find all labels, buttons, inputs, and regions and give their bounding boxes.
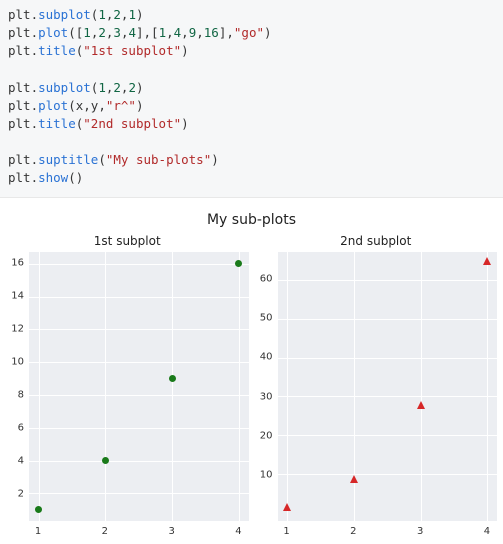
subplot-1-yticks: 161412108642 xyxy=(6,252,28,522)
code-block: plt.subplot(1,2,1) plt.plot([1,2,3,4],[1… xyxy=(0,0,503,198)
point-circle-icon xyxy=(102,457,109,464)
subplot-2-yticks: 605040302010 xyxy=(255,252,277,522)
point-triangle-icon xyxy=(283,503,291,511)
point-circle-icon xyxy=(235,260,242,267)
figure-suptitle: My sub-plots xyxy=(4,212,499,228)
point-triangle-icon xyxy=(483,257,491,265)
point-triangle-icon xyxy=(350,475,358,483)
subplot-2-plot xyxy=(277,252,498,522)
point-circle-icon xyxy=(169,375,176,382)
figure: My sub-plots 1st subplot 161412108642 12… xyxy=(0,198,503,544)
subplot-1-title: 1st subplot xyxy=(6,234,249,248)
point-circle-icon xyxy=(35,506,42,513)
subplot-2: 2nd subplot 605040302010 1234 xyxy=(255,234,498,538)
subplot-1-plot xyxy=(28,252,249,522)
point-triangle-icon xyxy=(417,401,425,409)
subplot-1-xticks: 1234 xyxy=(28,526,249,538)
subplot-1: 1st subplot 161412108642 1234 xyxy=(6,234,249,538)
subplots-row: 1st subplot 161412108642 1234 2nd subplo… xyxy=(4,234,499,538)
subplot-2-xticks: 1234 xyxy=(277,526,498,538)
subplot-2-title: 2nd subplot xyxy=(255,234,498,248)
